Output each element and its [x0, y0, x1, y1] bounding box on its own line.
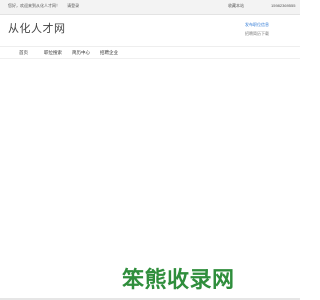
header-links: 发布职位信息 招聘简历下载: [245, 22, 290, 38]
nav-item-home[interactable]: 首页: [19, 50, 28, 56]
nav-divider: [0, 58, 300, 59]
welcome-text: 您好，欢迎来到从化人才网！: [8, 3, 60, 8]
login-link[interactable]: 请登录: [67, 3, 79, 8]
welcome-message: 您好，欢迎来到从化人才网！ 请登录: [8, 3, 79, 9]
favorite-link[interactable]: 收藏本站: [228, 3, 244, 9]
watermark-text: 笨熊收录网: [122, 267, 235, 292]
top-bar: 您好，欢迎来到从化人才网！ 请登录 收藏本站 15982369555: [0, 0, 300, 15]
nav-item-job-search[interactable]: 职位搜索: [44, 50, 62, 56]
watermark-logo: 笨熊收录网: [122, 262, 235, 294]
auxiliary-link[interactable]: 招聘简历下载: [245, 31, 290, 37]
nav-item-companies[interactable]: 招聘企业: [100, 50, 118, 56]
nav-item-resume-center[interactable]: 简历中心: [72, 50, 90, 56]
phone-number: 15982369555: [271, 3, 296, 8]
post-job-link[interactable]: 发布职位信息: [245, 22, 290, 28]
site-logo-title[interactable]: 从化人才网: [8, 20, 66, 36]
